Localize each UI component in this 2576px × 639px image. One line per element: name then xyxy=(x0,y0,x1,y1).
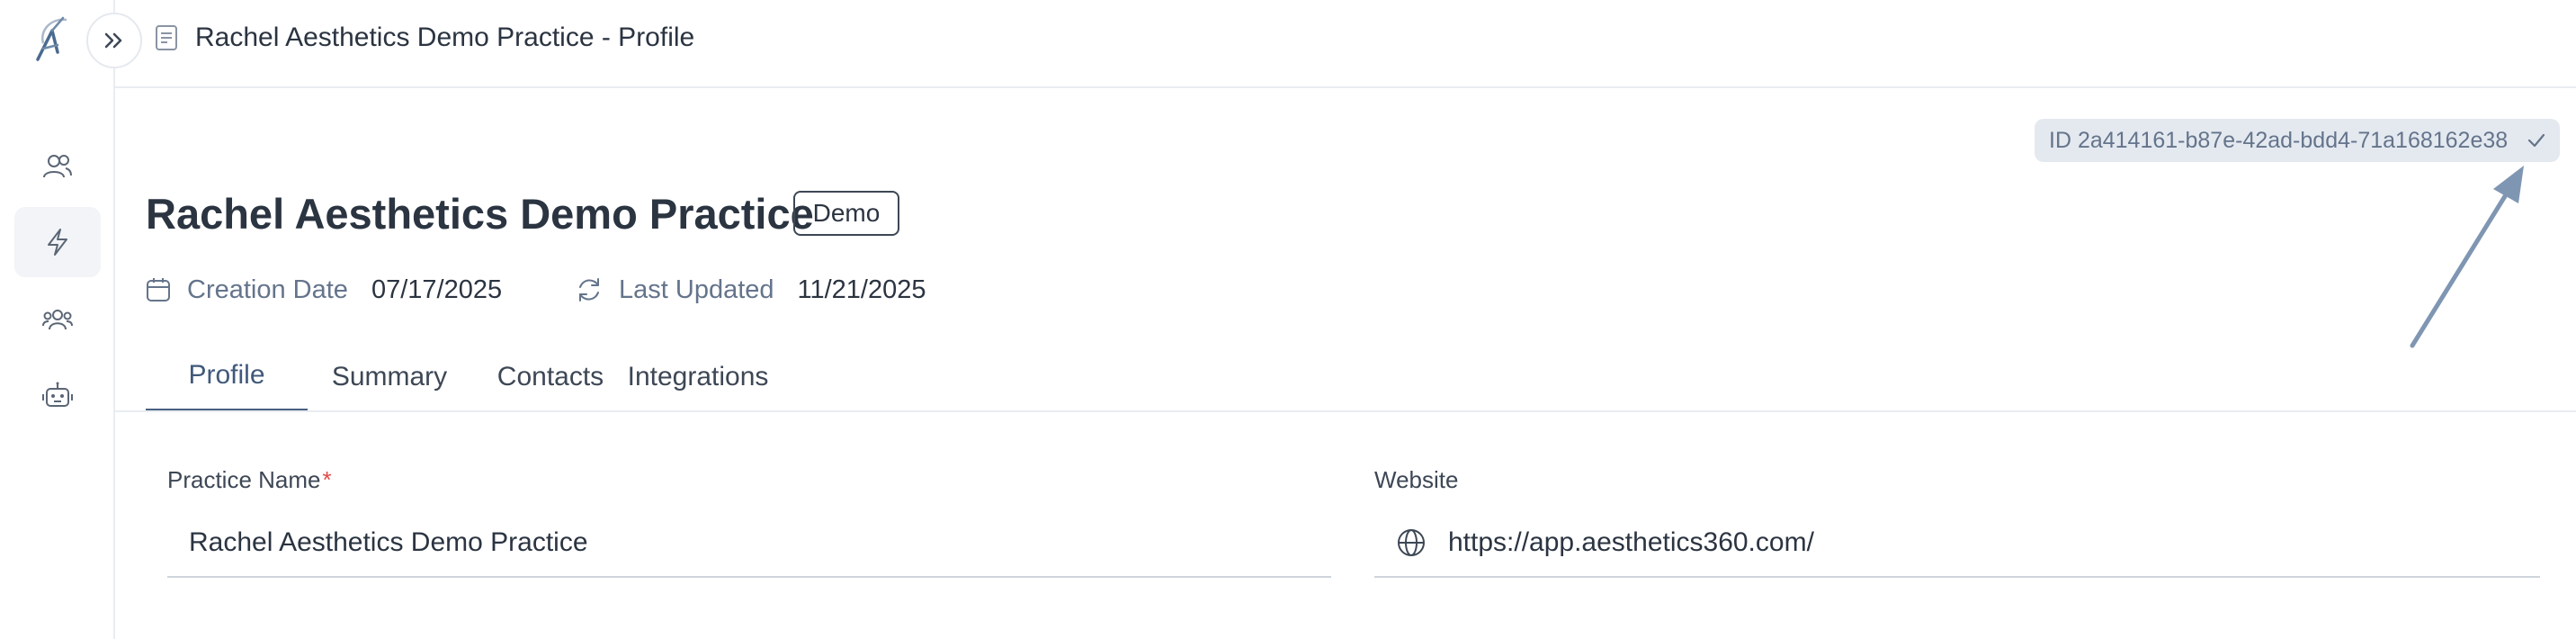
creation-date-label: Creation Date xyxy=(187,274,348,304)
annotation-arrow xyxy=(2410,166,2524,348)
team-icon xyxy=(42,310,73,330)
app-root: Rachel Aesthetics Demo Practice - Profil… xyxy=(0,0,2576,639)
last-updated-label: Last Updated xyxy=(619,274,774,304)
chevrons-right-icon xyxy=(104,32,122,49)
tab-integrations[interactable]: Integrations xyxy=(628,342,769,412)
last-updated-value: 11/21/2025 xyxy=(797,274,926,304)
record-id-text: ID 2a414161-b87e-42ad-bdd4-71a168162e38 xyxy=(2049,127,2509,153)
top-header: Rachel Aesthetics Demo Practice - Profil… xyxy=(115,0,2576,88)
document-icon xyxy=(156,25,177,50)
practice-name-value: Rachel Aesthetics Demo Practice xyxy=(189,527,588,557)
sidebar-item-users[interactable] xyxy=(14,131,101,202)
app-logo[interactable] xyxy=(31,13,81,63)
last-updated-meta: Last Updated 11/21/2025 xyxy=(576,272,926,308)
practice-heading: Rachel Aesthetics Demo Practice xyxy=(146,190,814,238)
practice-name-label: Practice Name* xyxy=(167,466,332,494)
page-title: Rachel Aesthetics Demo Practice - Profil… xyxy=(195,22,695,52)
robot-icon xyxy=(42,382,73,407)
practice-name-label-text: Practice Name xyxy=(167,466,321,493)
tab-summary[interactable]: Summary xyxy=(308,342,471,412)
website-value: https://app.aesthetics360.com/ xyxy=(1448,527,1814,557)
website-input[interactable]: https://app.aesthetics360.com/ xyxy=(1374,509,2540,578)
tab-bar: Profile Summary Contacts Integrations xyxy=(146,342,769,412)
calendar-icon xyxy=(147,278,170,302)
users-icon xyxy=(43,155,72,178)
sidebar-item-robot[interactable] xyxy=(14,360,101,430)
tab-profile[interactable]: Profile xyxy=(146,342,308,412)
refresh-icon xyxy=(579,278,599,302)
required-marker: * xyxy=(322,466,332,493)
sidebar-item-lightning[interactable] xyxy=(14,207,101,277)
website-label: Website xyxy=(1374,466,1459,493)
creation-date-meta: Creation Date 07/17/2025 xyxy=(146,272,502,308)
globe-icon xyxy=(1398,529,1425,556)
demo-badge: Demo xyxy=(793,191,899,236)
sidebar-item-team[interactable] xyxy=(14,284,101,355)
check-icon xyxy=(2527,133,2545,148)
logo-icon xyxy=(36,16,67,61)
sidebar xyxy=(0,0,115,639)
practice-name-input[interactable]: Rachel Aesthetics Demo Practice xyxy=(167,509,1331,578)
lightning-icon xyxy=(48,229,67,256)
tab-contacts[interactable]: Contacts xyxy=(471,342,630,412)
creation-date-value: 07/17/2025 xyxy=(371,274,503,304)
expand-sidebar-button[interactable] xyxy=(86,13,142,68)
tabs-divider xyxy=(115,410,2576,412)
